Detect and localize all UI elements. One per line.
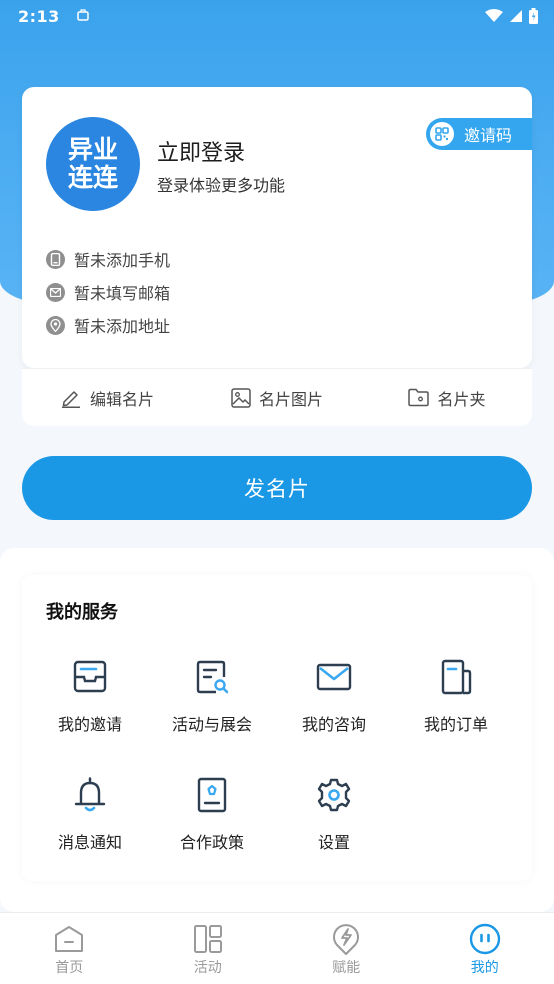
email-text: 暂未填写邮箱: [74, 284, 171, 303]
battery-icon: [529, 8, 538, 24]
edit-card-button[interactable]: 编辑名片: [22, 386, 192, 410]
service-label: 我的订单: [423, 715, 488, 734]
service-label: 消息通知: [57, 833, 122, 852]
service-consult[interactable]: 我的咨询: [273, 657, 395, 735]
service-label: 合作政策: [179, 833, 244, 852]
card-folder-button[interactable]: 名片夹: [362, 386, 532, 410]
layout-icon: [193, 925, 222, 953]
order-icon: [441, 659, 472, 695]
service-settings[interactable]: 设置: [273, 775, 395, 853]
services-title: 我的服务: [46, 602, 118, 623]
wifi-icon: [485, 9, 503, 22]
edit-pencil-icon: [61, 390, 80, 408]
me-icon: [469, 923, 500, 955]
status-time: 2:13: [18, 6, 60, 26]
tab-me[interactable]: 我的: [416, 913, 554, 984]
card-folder-label: 名片夹: [437, 389, 486, 409]
lightning-icon: [333, 924, 360, 955]
gear-icon: [317, 778, 351, 812]
invite-code-label: 邀请码: [464, 126, 513, 145]
tab-label: 我的: [470, 960, 499, 976]
tab-label: 首页: [55, 960, 84, 976]
activity-search-icon: [196, 660, 229, 694]
notification-icon: [77, 9, 89, 21]
address-row: 暂未添加地址: [46, 313, 170, 337]
service-label: 设置: [317, 833, 350, 852]
service-my-invite[interactable]: 我的邀请: [29, 657, 151, 735]
phone-icon: [46, 249, 65, 269]
profile-card: 异业 连连 立即登录 登录体验更多功能 邀请码 暂未添加手机 暂未填写邮箱 暂未…: [22, 87, 532, 368]
card-actions-bar: 编辑名片 名片图片 名片夹: [22, 368, 532, 426]
avatar[interactable]: 异业 连连: [46, 117, 140, 211]
location-icon: [46, 315, 65, 335]
service-label: 我的邀请: [57, 715, 122, 734]
policy-book-icon: [197, 777, 227, 813]
home-icon: [55, 926, 84, 952]
service-orders[interactable]: 我的订单: [395, 657, 517, 735]
send-card-button[interactable]: 发名片: [22, 456, 532, 520]
email-row: 暂未填写邮箱: [46, 280, 170, 304]
phone-row: 暂未添加手机: [46, 247, 170, 271]
tab-home[interactable]: 首页: [0, 913, 139, 984]
email-icon: [46, 282, 65, 302]
qr-code-icon: [430, 122, 454, 146]
services-card: 我的服务 我的邀请 活动与展会 我的咨询 我的订单 消息通知 合作政策 设置: [22, 575, 532, 881]
avatar-logo-line2: 连连: [67, 163, 118, 192]
avatar-logo-line1: 异业: [67, 135, 118, 164]
folder-icon: [408, 388, 430, 407]
service-activities[interactable]: 活动与展会: [151, 657, 273, 735]
invite-code-button[interactable]: 邀请码: [426, 118, 532, 150]
tab-label: 活动: [193, 960, 222, 976]
service-label: 活动与展会: [171, 715, 252, 734]
card-image-label: 名片图片: [258, 389, 323, 409]
mail-icon: [316, 663, 352, 691]
login-subtitle: 登录体验更多功能: [157, 176, 286, 195]
tab-empower[interactable]: 赋能: [277, 913, 416, 984]
status-bar: 2:13: [0, 0, 554, 32]
tab-label: 赋能: [332, 960, 361, 976]
service-policy[interactable]: 合作政策: [151, 775, 273, 853]
invite-tray-icon: [73, 660, 107, 693]
card-image-button[interactable]: 名片图片: [192, 386, 362, 410]
service-label: 我的咨询: [301, 715, 366, 734]
bottom-tab-bar: 首页 活动 赋能 我的: [0, 912, 554, 984]
edit-card-label: 编辑名片: [89, 389, 154, 409]
tab-activities[interactable]: 活动: [139, 913, 278, 984]
service-notifications[interactable]: 消息通知: [29, 775, 151, 853]
phone-text: 暂未添加手机: [74, 251, 171, 270]
address-text: 暂未添加地址: [74, 317, 171, 336]
image-icon: [231, 387, 251, 408]
signal-icon: [510, 10, 522, 22]
bell-icon: [74, 777, 106, 812]
login-title[interactable]: 立即登录: [157, 135, 245, 167]
